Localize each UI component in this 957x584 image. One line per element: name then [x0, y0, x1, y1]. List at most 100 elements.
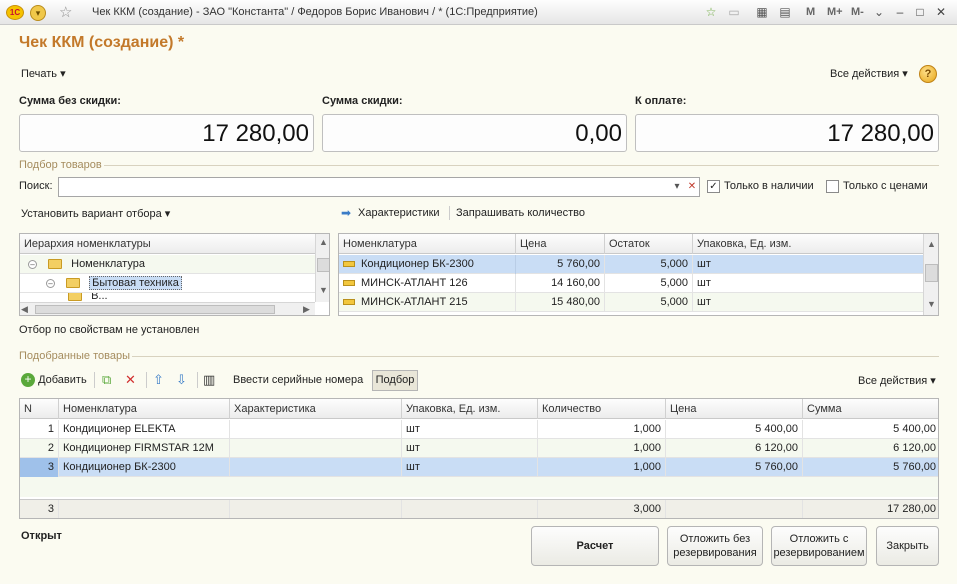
table-row[interactable]: Кондиционер БК-2300 5 760,00 5,000 шт: [339, 255, 923, 274]
document-status: Открыт: [21, 530, 62, 542]
collapse-icon[interactable]: –: [28, 259, 37, 269]
ask-quantity-link[interactable]: Запрашивать количество: [456, 207, 585, 219]
col-sum[interactable]: Сумма: [803, 399, 938, 419]
col-price[interactable]: Цена: [516, 234, 605, 254]
memory-m-plus-button[interactable]: M+: [827, 6, 843, 18]
chevron-down-icon[interactable]: ⌄: [871, 5, 887, 20]
col-nomenclature[interactable]: Номенклатура: [59, 399, 230, 419]
minimize-icon[interactable]: –: [891, 4, 909, 20]
close-button[interactable]: Закрыть: [876, 526, 939, 566]
table-row[interactable]: 2 Кондиционер FIRMSTAR 12M шт 1,000 6 12…: [20, 439, 938, 458]
arrow-right-icon: ➡: [341, 206, 352, 220]
postpone-reserve-button[interactable]: Отложить с резервированием: [771, 526, 867, 566]
clear-search-icon[interactable]: ✕: [685, 179, 699, 195]
hierarchy-hscrollbar[interactable]: ◀ ▶: [20, 302, 315, 315]
memory-m-minus-button[interactable]: M-: [851, 6, 864, 18]
row-sum: 5 400,00: [893, 423, 936, 435]
catalog-name: Кондиционер БК-2300: [361, 258, 474, 270]
section-divider: [132, 356, 939, 357]
scroll-right-icon[interactable]: ▶: [303, 304, 310, 315]
scroll-thumb[interactable]: [925, 264, 938, 282]
enter-serials-button[interactable]: Ввести серийные номера: [233, 370, 363, 390]
pick-button[interactable]: Подбор: [372, 370, 418, 391]
catalog-price: 15 480,00: [516, 293, 605, 312]
tree-item[interactable]: – Бытовая техника: [20, 274, 315, 293]
scroll-up-icon[interactable]: ▲: [316, 234, 329, 250]
collapse-icon[interactable]: –: [46, 278, 55, 288]
col-quantity[interactable]: Количество: [538, 399, 666, 419]
all-actions-menu[interactable]: Все действия ▾: [830, 67, 908, 80]
move-down-icon[interactable]: ⇩: [176, 370, 187, 390]
catalog-table[interactable]: Номенклатура Цена Остаток Упаковка, Ед. …: [338, 233, 939, 316]
search-input[interactable]: [58, 177, 700, 197]
calculator-icon[interactable]: ▦: [754, 5, 770, 20]
catalog-scrollbar[interactable]: ▲ ▼: [923, 234, 938, 315]
hierarchy-scrollbar[interactable]: ▲ ▼: [315, 234, 329, 302]
calculate-button[interactable]: Расчет: [531, 526, 659, 566]
col-n[interactable]: N: [20, 399, 59, 419]
item-icon: [343, 299, 355, 306]
scroll-down-icon[interactable]: ▼: [316, 282, 329, 298]
footer-count: 3: [20, 500, 59, 518]
1c-logo-icon[interactable]: 1С: [6, 5, 24, 20]
row-n: 2: [20, 439, 59, 458]
row-characteristic: [230, 439, 402, 458]
col-unit[interactable]: Упаковка, Ед. изм.: [693, 234, 923, 254]
scroll-left-icon[interactable]: ◀: [21, 304, 28, 315]
footer-qty: 3,000: [538, 500, 666, 518]
toolbar-separator: [94, 372, 95, 388]
col-nomenclature[interactable]: Номенклатура: [339, 234, 516, 254]
col-unit[interactable]: Упаковка, Ед. изм.: [402, 399, 538, 419]
move-up-icon[interactable]: ⇧: [153, 370, 164, 390]
print-menu[interactable]: Печать ▾: [21, 67, 66, 80]
row-qty: 1,000: [538, 420, 666, 439]
only-with-prices-checkbox[interactable]: [826, 180, 839, 193]
calendar-icon[interactable]: ▤: [777, 5, 793, 20]
table-row[interactable]: 1 Кондиционер ELEKTA шт 1,000 5 400,00 5…: [20, 420, 938, 439]
hierarchy-tree[interactable]: Иерархия номенклатуры – Номенклатура – Б…: [19, 233, 330, 316]
table-row[interactable]: МИНСК-АТЛАНТ 215 15 480,00 5,000 шт: [339, 293, 923, 312]
maximize-icon[interactable]: □: [911, 4, 929, 20]
sum-no-discount-label: Сумма без скидки:: [19, 95, 121, 107]
favorite-star-icon[interactable]: ☆: [59, 3, 72, 21]
to-pay-field: 17 280,00: [635, 114, 939, 152]
tree-item-label: В...: [91, 293, 108, 302]
close-icon[interactable]: ✕: [932, 4, 950, 20]
hscroll-thumb[interactable]: [35, 305, 275, 314]
copy-row-icon[interactable]: ⧉: [102, 370, 111, 390]
help-icon[interactable]: ?: [919, 65, 937, 83]
scroll-thumb[interactable]: [317, 258, 329, 272]
document-icon[interactable]: ▭: [726, 5, 742, 20]
scroll-down-icon[interactable]: ▼: [924, 296, 938, 312]
catalog-unit: шт: [697, 277, 711, 289]
col-price[interactable]: Цена: [666, 399, 803, 419]
row-price: 5 760,00: [666, 458, 803, 477]
selected-goods-table[interactable]: N Номенклатура Характеристика Упаковка, …: [19, 398, 939, 519]
tree-item-label: Номенклатура: [71, 258, 145, 270]
row-qty: 1,000: [538, 439, 666, 458]
section-title-selected: Подобранные товары: [19, 350, 130, 362]
table-footer: 3 3,000 17 280,00: [20, 499, 938, 518]
table-row[interactable]: МИНСК-АТЛАНТ 126 14 160,00 5,000 шт: [339, 274, 923, 293]
add-button[interactable]: + Добавить: [21, 370, 87, 390]
characteristics-link[interactable]: Характеристики: [358, 207, 440, 219]
hierarchy-header: Иерархия номенклатуры: [20, 234, 315, 254]
selected-all-actions-menu[interactable]: Все действия ▾: [858, 374, 936, 387]
postpone-no-reserve-button[interactable]: Отложить без резервирования: [667, 526, 763, 566]
scroll-up-icon[interactable]: ▲: [924, 236, 938, 252]
tree-item[interactable]: – Номенклатура: [20, 255, 315, 274]
search-dropdown-icon[interactable]: ▾: [670, 179, 684, 195]
add-favorite-icon[interactable]: ☆: [703, 5, 719, 20]
col-stock[interactable]: Остаток: [605, 234, 693, 254]
barcode-icon[interactable]: ▥: [203, 370, 215, 390]
table-row[interactable]: 3 Кондиционер БК-2300 шт 1,000 5 760,00 …: [20, 458, 938, 477]
delete-icon[interactable]: ✕: [125, 370, 136, 390]
memory-m-button[interactable]: M: [806, 6, 815, 18]
window-title-bar: 1С ▾ ☆ Чек ККМ (создание) - ЗАО "Констан…: [0, 0, 957, 25]
sum-no-discount-field: 17 280,00: [19, 114, 314, 152]
col-characteristic[interactable]: Характеристика: [230, 399, 402, 419]
main-menu-icon[interactable]: ▾: [30, 5, 46, 21]
filter-variant-menu[interactable]: Установить вариант отбора ▾: [21, 207, 170, 220]
row-name: Кондиционер FIRMSTAR 12M: [59, 439, 230, 458]
only-in-stock-checkbox[interactable]: ✓: [707, 180, 720, 193]
